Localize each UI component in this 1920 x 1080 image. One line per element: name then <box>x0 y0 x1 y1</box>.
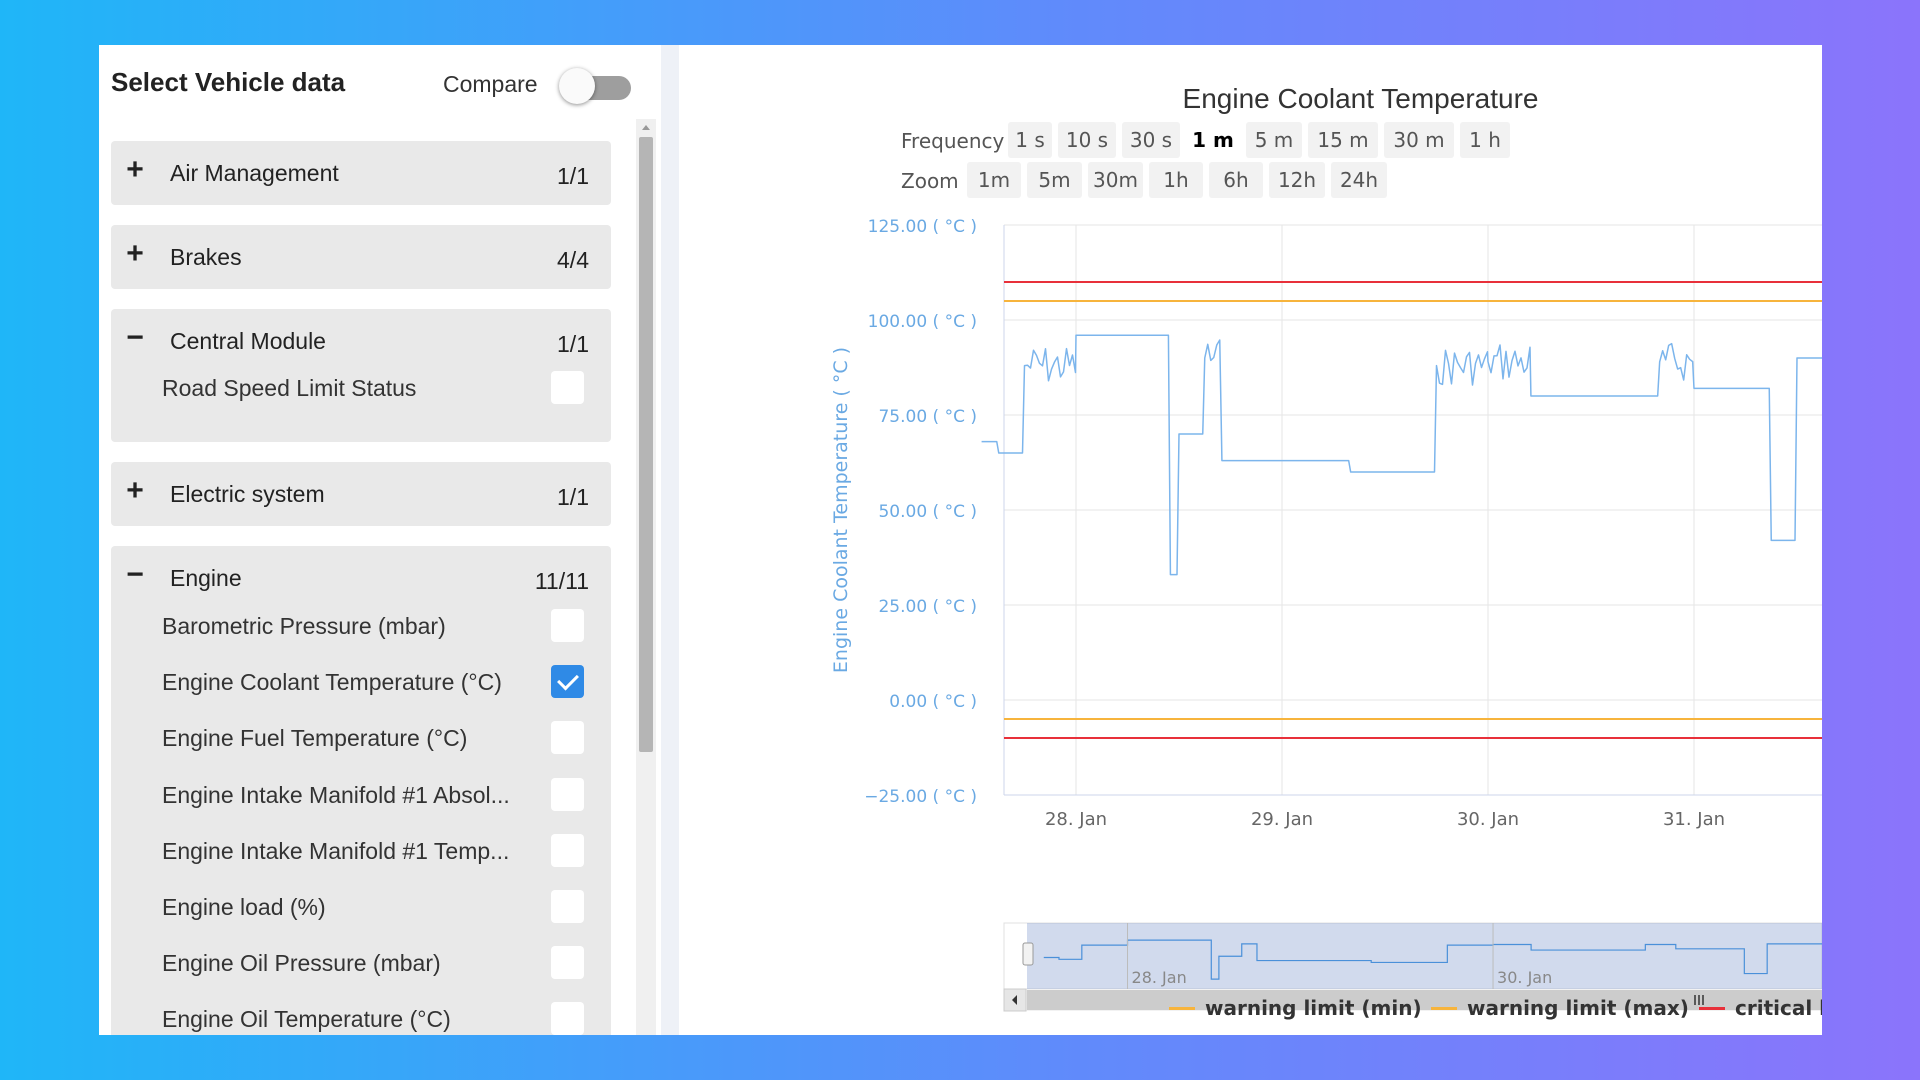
list-item-engine-oil-temperature[interactable]: Engine Oil Temperature (°C) <box>111 998 611 1035</box>
expand-plus-icon: + <box>126 474 144 507</box>
expand-plus-icon: + <box>126 237 144 270</box>
collapse-minus-icon: − <box>126 558 144 591</box>
compare-toggle-knob <box>559 68 595 104</box>
list-item-engine-oil-pressure[interactable]: Engine Oil Pressure (mbar) <box>111 942 611 986</box>
panel-divider <box>661 45 679 1035</box>
group-count: 1/1 <box>557 163 589 189</box>
y-tick-label: 125.00 ( °C ) <box>868 217 977 237</box>
series-line-coolant <box>981 334 1822 576</box>
panel-title: Select Vehicle data <box>111 67 346 97</box>
group-name: Brakes <box>170 244 242 270</box>
group-brakes: + Brakes 4/4 <box>111 225 611 289</box>
navigator-tick-label: 28. Jan <box>1132 968 1187 987</box>
group-name: Air Management <box>170 160 339 186</box>
item-checkbox[interactable] <box>551 721 584 754</box>
chart-panel: Engine Coolant Temperature Frequency 1 s… <box>679 45 1822 1035</box>
y-tick-label: −25.00 ( °C ) <box>864 787 977 807</box>
y-tick-label: 100.00 ( °C ) <box>868 312 977 332</box>
group-air-management: + Air Management 1/1 <box>111 141 611 205</box>
item-label: Road Speed Limit Status <box>162 375 417 401</box>
list-item-intake-manifold-absolute[interactable]: Engine Intake Manifold #1 Absol... <box>111 774 611 818</box>
group-header-brakes[interactable]: + Brakes 4/4 <box>111 225 611 289</box>
scrollbar-thumb[interactable] <box>639 137 653 752</box>
navigator-tick-label: 30. Jan <box>1497 968 1552 987</box>
vehicle-data-panel: Select Vehicle data Compare + Air Manage… <box>99 45 659 1035</box>
item-label: Engine Oil Temperature (°C) <box>162 1006 451 1032</box>
scroll-up-arrow-icon[interactable] <box>642 125 650 130</box>
item-checkbox[interactable] <box>551 609 584 642</box>
legend-label: warning limit (min) <box>1205 996 1422 1020</box>
list-item-engine-coolant-temperature[interactable]: Engine Coolant Temperature (°C) <box>111 661 611 705</box>
x-tick-label: 31. Jan <box>1663 809 1725 830</box>
group-electric-system: + Electric system 1/1 <box>111 462 611 526</box>
y-tick-label: 25.00 ( °C ) <box>878 597 977 617</box>
list-item-engine-load[interactable]: Engine load (%) <box>111 886 611 930</box>
group-header-electric-system[interactable]: + Electric system 1/1 <box>111 462 611 526</box>
x-tick-label: 28. Jan <box>1045 809 1107 830</box>
x-tick-label: 29. Jan <box>1251 809 1313 830</box>
navigator-left-handle[interactable] <box>1022 942 1034 966</box>
list-item-engine-fuel-temperature[interactable]: Engine Fuel Temperature (°C) <box>111 717 611 761</box>
coolant-temperature-chart[interactable]: 125.00 ( °C ) 100.00 ( °C ) 75.00 ( °C ) 50… <box>679 45 1822 1035</box>
group-count: 4/4 <box>557 247 589 273</box>
list-item-intake-manifold-temperature[interactable]: Engine Intake Manifold #1 Temp... <box>111 830 611 874</box>
item-label: Engine Intake Manifold #1 Absol... <box>162 782 510 808</box>
y-tick-label: 75.00 ( °C ) <box>878 407 977 427</box>
item-label: Engine Oil Pressure (mbar) <box>162 950 441 976</box>
group-central-module: − Central Module 1/1 Road Speed Limit St… <box>111 309 611 442</box>
group-count: 1/1 <box>557 484 589 510</box>
item-label: Barometric Pressure (mbar) <box>162 613 446 639</box>
legend-line-critical-min <box>1699 1007 1725 1010</box>
vehicle-data-list: + Air Management 1/1 + Brakes 4/4 − Cent… <box>111 141 611 1035</box>
x-tick-label: 30. Jan <box>1457 809 1519 830</box>
item-checkbox[interactable] <box>551 946 584 979</box>
group-count: 11/11 <box>534 568 589 594</box>
group-count: 1/1 <box>557 331 589 357</box>
item-checkbox[interactable] <box>551 890 584 923</box>
group-name: Central Module <box>170 328 326 354</box>
group-name: Electric system <box>170 481 325 507</box>
item-label: Engine load (%) <box>162 894 326 920</box>
item-label: Engine Intake Manifold #1 Temp... <box>162 838 510 864</box>
app-window: Select Vehicle data Compare + Air Manage… <box>99 45 1822 1035</box>
item-checkbox[interactable] <box>551 371 584 404</box>
item-checkbox[interactable] <box>551 1002 584 1035</box>
legend-label: critical limit (min) <box>1735 996 1822 1020</box>
compare-toggle[interactable] <box>559 67 633 105</box>
legend-line-warning-max <box>1431 1007 1457 1010</box>
y-axis-title: Engine Coolant Temperature ( °C ) <box>830 347 852 673</box>
legend-line-warning-min <box>1169 1007 1195 1010</box>
collapse-minus-icon: − <box>126 321 144 354</box>
group-engine: − Engine 11/11 Barometric Pressure (mbar… <box>111 546 611 1035</box>
compare-label: Compare <box>443 71 538 97</box>
group-name: Engine <box>170 565 242 591</box>
y-tick-label: 0.00 ( °C ) <box>889 692 977 712</box>
item-checkbox[interactable] <box>551 665 584 698</box>
list-item-barometric-pressure[interactable]: Barometric Pressure (mbar) <box>111 605 611 649</box>
item-label: Engine Fuel Temperature (°C) <box>162 725 468 751</box>
group-header-engine[interactable]: − Engine 11/11 <box>111 546 611 610</box>
item-checkbox[interactable] <box>551 778 584 811</box>
group-header-air-management[interactable]: + Air Management 1/1 <box>111 141 611 205</box>
expand-plus-icon: + <box>126 153 144 186</box>
legend-label: warning limit (max) <box>1467 996 1689 1020</box>
group-header-central-module[interactable]: − Central Module 1/1 <box>111 309 611 373</box>
y-tick-label: 50.00 ( °C ) <box>878 502 977 522</box>
list-scrollbar[interactable] <box>636 119 656 1035</box>
item-label: Engine Coolant Temperature (°C) <box>162 669 502 695</box>
item-checkbox[interactable] <box>551 834 584 867</box>
list-item-road-speed-limit-status[interactable]: Road Speed Limit Status <box>111 367 611 411</box>
